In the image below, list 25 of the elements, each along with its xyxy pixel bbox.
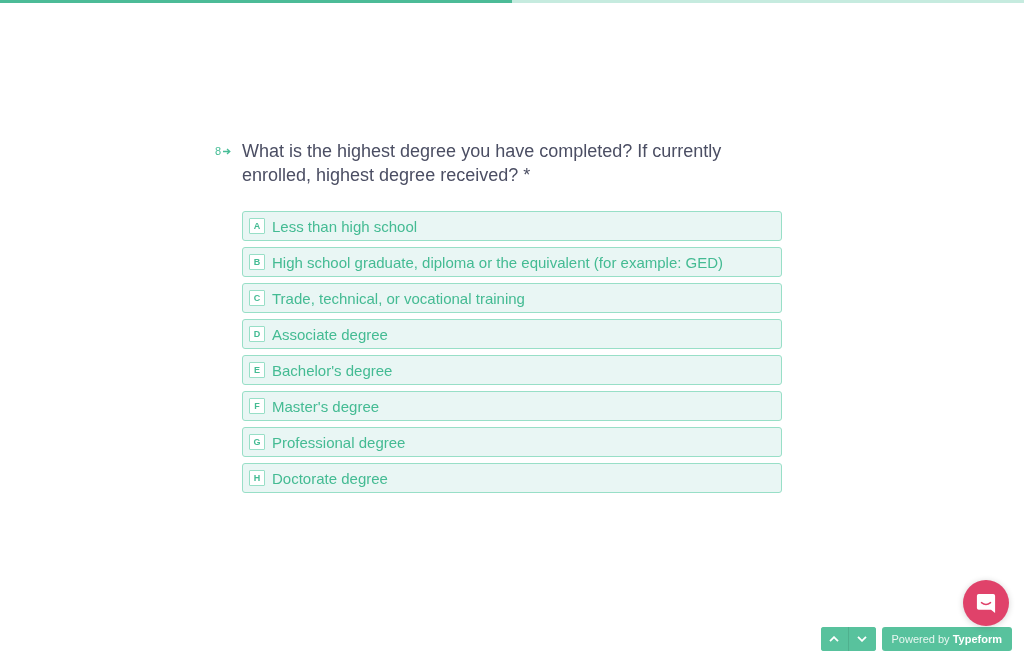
shortcut-key: F [249,398,265,414]
shortcut-key: G [249,434,265,450]
answer-option[interactable]: E Bachelor's degree [242,355,782,385]
shortcut-key: B [249,254,265,270]
chat-bubble-icon [976,592,996,614]
answer-option[interactable]: A Less than high school [242,211,782,241]
question-number: 8 [215,145,222,157]
shortcut-key: D [249,326,265,342]
question-text: What is the highest degree you have completed? If currently enrolled, highest degree received? * [242,140,723,187]
chat-button[interactable] [963,580,1009,626]
answer-option[interactable]: G Professional degree [242,427,782,457]
shortcut-key: E [249,362,265,378]
answer-option[interactable]: C Trade, technical, or vocational training [242,283,782,313]
shortcut-key: A [249,218,265,234]
arrow-right-icon [223,147,232,155]
chevron-up-icon [829,636,840,642]
shortcut-key: C [249,290,265,306]
answer-option[interactable]: B High school graduate, diploma or the equivalent (for example: GED) [242,247,782,277]
shortcut-key: H [249,470,265,486]
answer-option[interactable]: H Doctorate degree [242,463,782,493]
powered-by-link[interactable]: Powered by Typeform [881,627,1012,651]
answer-option[interactable]: F Master's degree [242,391,782,421]
answer-option[interactable]: D Associate degree [242,319,782,349]
next-button[interactable] [848,627,876,651]
chevron-down-icon [857,636,868,642]
